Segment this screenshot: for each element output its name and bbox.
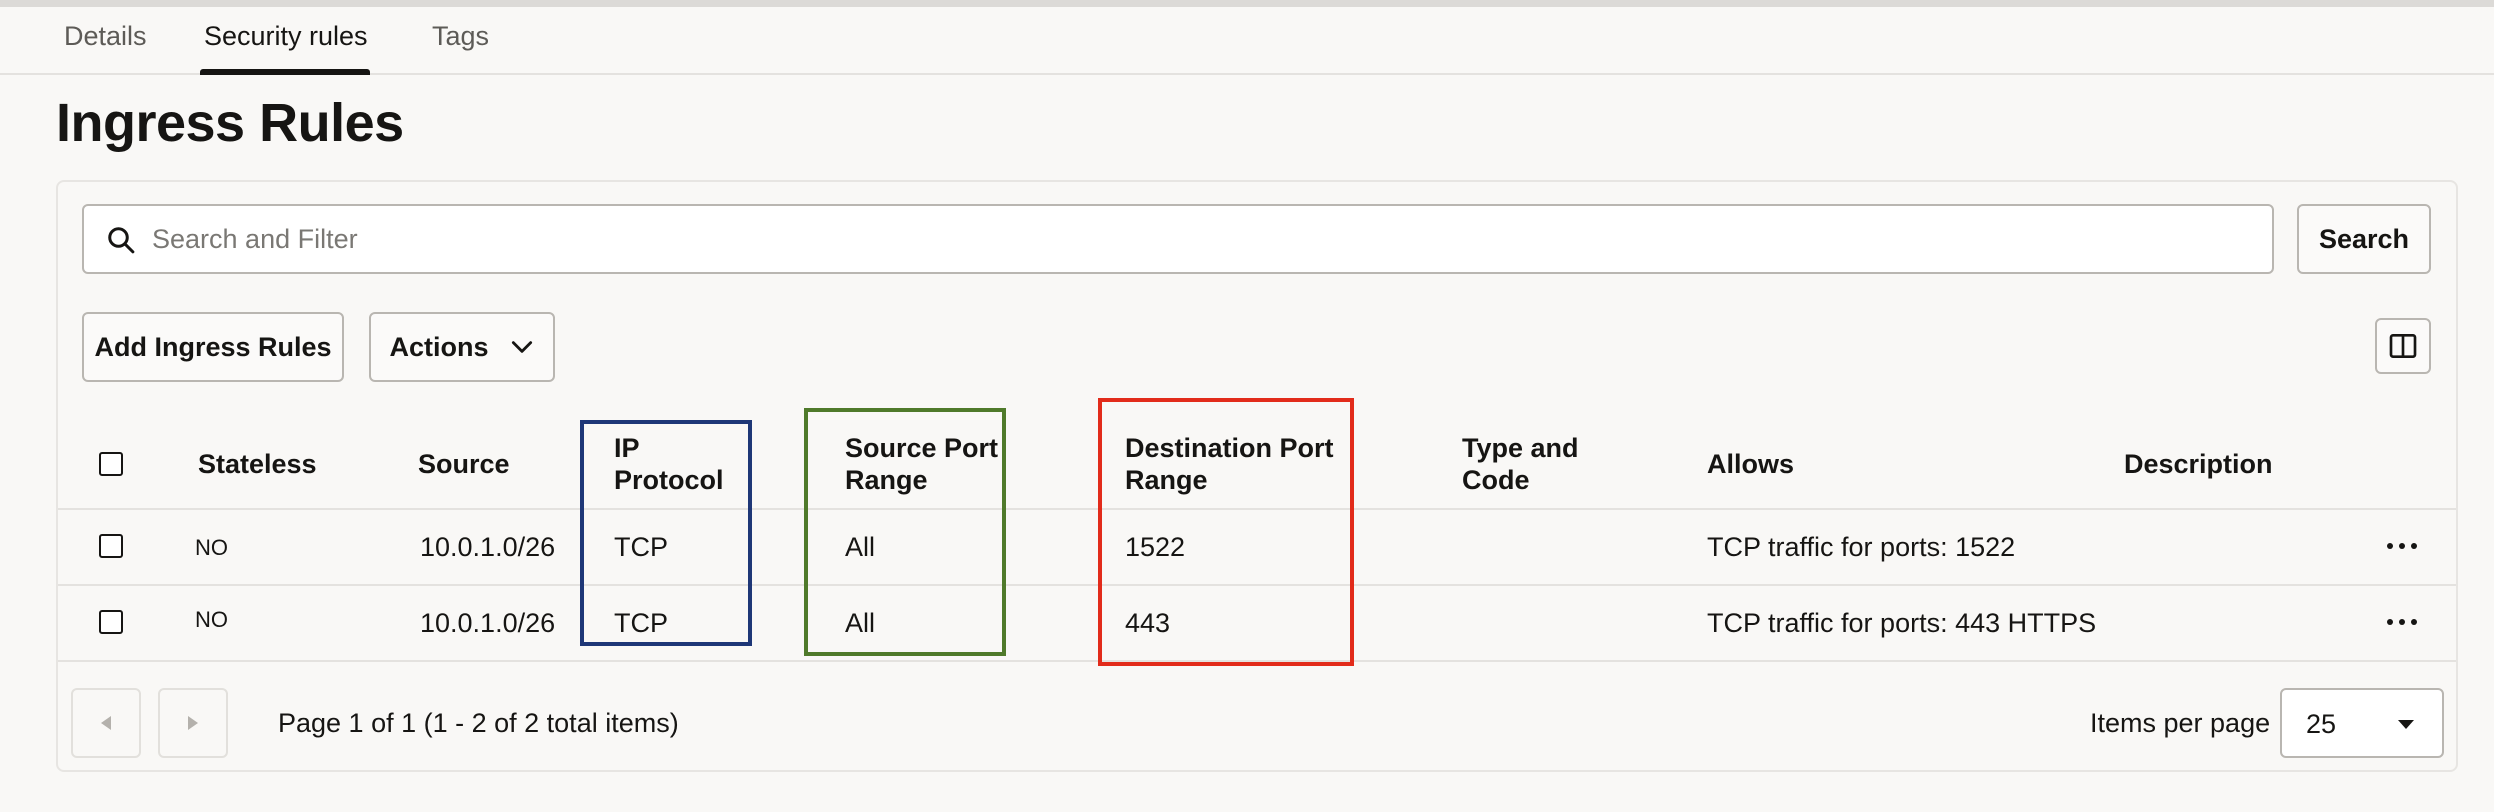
cell-allows: TCP traffic for ports: 443 HTTPS <box>1707 608 2097 638</box>
page-title: Ingress Rules <box>56 93 404 153</box>
column-header-ip-protocol[interactable]: IP Protocol <box>614 432 724 496</box>
row-divider <box>58 660 2456 662</box>
search-box[interactable] <box>82 204 2274 274</box>
items-per-page-select[interactable]: 25 <box>2280 688 2444 758</box>
column-header-ip-protocol-line1: IP <box>614 433 640 463</box>
column-header-type-and-code[interactable]: Type and Code <box>1462 432 1579 496</box>
column-header-ip-protocol-line2: Protocol <box>614 465 724 495</box>
row-divider <box>58 584 2456 586</box>
column-header-source-port-range[interactable]: Source Port Range <box>845 432 998 496</box>
cell-ip-protocol: TCP <box>614 608 668 638</box>
cell-ip-protocol: TCP <box>614 532 668 562</box>
caret-left-icon <box>101 716 111 730</box>
row-actions-menu[interactable] <box>2382 602 2422 642</box>
more-horizontal-icon <box>2387 543 2417 549</box>
items-per-page-label: Items per page <box>2090 708 2271 738</box>
previous-page-button[interactable] <box>71 688 141 758</box>
top-border <box>0 0 2494 7</box>
row-checkbox[interactable] <box>99 534 123 558</box>
cell-source: 10.0.1.0/26 <box>420 608 556 638</box>
header-divider <box>58 508 2456 510</box>
tab-bar: Details Security rules Tags <box>0 7 2494 75</box>
column-header-source-port-line1: Source Port <box>845 433 999 463</box>
select-all-checkbox[interactable] <box>99 452 123 476</box>
search-icon <box>108 227 135 254</box>
cell-destination-port-range: 443 <box>1125 608 1171 638</box>
column-header-allows[interactable]: Allows <box>1707 448 1794 480</box>
cell-stateless: NO <box>195 607 228 632</box>
column-header-type-code-line2: Code <box>1462 465 1530 495</box>
add-ingress-rules-button[interactable]: Add Ingress Rules <box>82 312 344 382</box>
column-layout-button[interactable] <box>2375 318 2431 374</box>
cell-destination-port-range: 1522 <box>1125 532 1186 562</box>
column-header-destination-port-range[interactable]: Destination Port Range <box>1125 432 1334 496</box>
cell-source-port-range: All <box>845 608 876 638</box>
tab-security-rules[interactable]: Security rules <box>204 21 368 52</box>
chevron-down-icon <box>511 341 532 353</box>
column-header-stateless[interactable]: Stateless <box>198 448 317 480</box>
row-actions-menu[interactable] <box>2382 526 2422 566</box>
more-horizontal-icon <box>2387 619 2417 625</box>
cell-source-port-range: All <box>845 532 876 562</box>
column-header-source[interactable]: Source <box>418 448 510 480</box>
tab-tags[interactable]: Tags <box>432 21 489 52</box>
column-header-destination-port-line2: Range <box>1125 465 1208 495</box>
row-checkbox[interactable] <box>99 610 123 634</box>
actions-button[interactable]: Actions <box>369 312 555 382</box>
column-header-destination-port-line1: Destination Port <box>1125 433 1334 463</box>
columns-icon <box>2389 334 2417 358</box>
search-button[interactable]: Search <box>2297 204 2431 274</box>
pagination-info: Page 1 of 1 (1 - 2 of 2 total items) <box>278 708 679 738</box>
actions-label: Actions <box>389 331 489 362</box>
caret-right-icon <box>188 716 198 730</box>
column-header-source-port-line2: Range <box>845 465 928 495</box>
column-header-description[interactable]: Description <box>2124 448 2273 480</box>
active-tab-indicator <box>200 69 370 75</box>
tab-details[interactable]: Details <box>64 21 147 52</box>
cell-allows: TCP traffic for ports: 1522 <box>1707 532 2016 562</box>
caret-down-icon <box>2398 720 2414 729</box>
cell-stateless: NO <box>195 535 228 560</box>
column-header-type-code-line1: Type and <box>1462 433 1579 463</box>
cell-source: 10.0.1.0/26 <box>420 532 556 562</box>
search-input[interactable] <box>152 206 2252 272</box>
items-per-page-value: 25 <box>2306 709 2337 739</box>
next-page-button[interactable] <box>158 688 228 758</box>
